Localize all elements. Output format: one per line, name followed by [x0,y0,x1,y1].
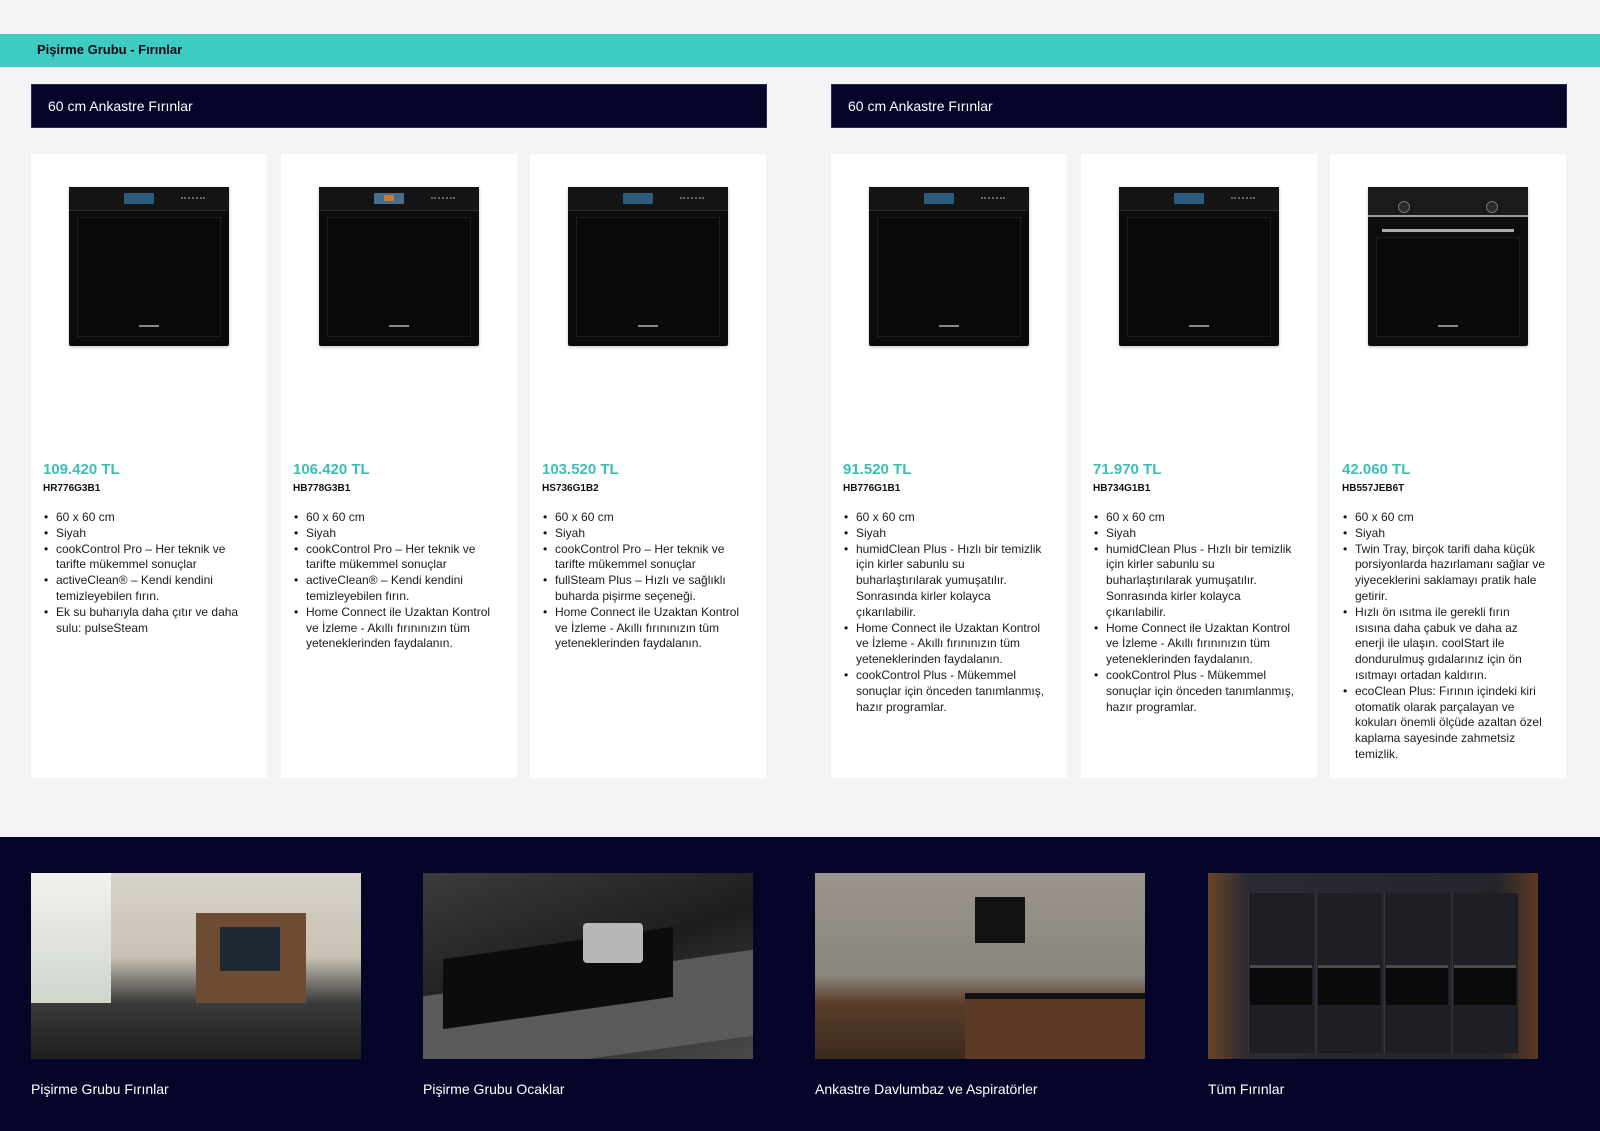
product-card[interactable]: 106.420 TL HB778G3B1 60 x 60 cm Siyah co… [281,154,517,778]
feature-item: cookControl Plus - Mükemmel sonuçlar içi… [844,668,1049,715]
product-price: 71.970 TL [1093,461,1162,478]
feature-item: Siyah [44,526,249,542]
feature-list: 60 x 60 cm Siyah Twin Tray, birçok tarif… [1342,510,1548,763]
feature-item: cookControl Pro – Her teknik ve tarifte … [44,542,249,574]
feature-item: cookControl Plus - Mükemmel sonuçlar içi… [1094,668,1299,715]
feature-list: 60 x 60 cm Siyah cookControl Pro – Her t… [542,510,748,652]
product-price: 91.520 TL [843,461,912,478]
feature-list: 60 x 60 cm Siyah cookControl Pro – Her t… [293,510,499,652]
feature-item: 60 x 60 cm [844,510,1049,526]
feature-item: Siyah [844,526,1049,542]
product-card[interactable]: 42.060 TL HB557JEB6T 60 x 60 cm Siyah Tw… [1330,154,1566,778]
feature-item: 60 x 60 cm [543,510,748,526]
product-price: 42.060 TL [1342,461,1411,478]
product-model: HB778G3B1 [293,483,351,494]
feature-item: humidClean Plus - Hızlı bir temizlik içi… [1094,542,1299,621]
feature-item: humidClean Plus - Hızlı bir temizlik içi… [844,542,1049,621]
oven-image[interactable] [1368,187,1528,346]
footer-tile[interactable]: Pişirme Grubu Fırınlar [31,873,361,1097]
feature-item: 60 x 60 cm [44,510,249,526]
feature-item: Home Connect ile Uzaktan Kontrol ve İzle… [1094,621,1299,668]
product-card[interactable]: 109.420 TL HR776G3B1 60 x 60 cm Siyah co… [31,154,267,778]
product-model: HS736G1B2 [542,483,599,494]
feature-item: cookControl Pro – Her teknik ve tarifte … [294,542,499,574]
footer-links: Pişirme Grubu Fırınlar Pişirme Grubu Oca… [0,837,1600,1131]
oven-image[interactable] [568,187,728,346]
footer-link-label[interactable]: Ankastre Davlumbaz ve Aspiratörler [815,1081,1038,1097]
product-card[interactable]: 91.520 TL HB776G1B1 60 x 60 cm Siyah hum… [831,154,1067,778]
group-title: 60 cm Ankastre Fırınlar [848,98,993,114]
feature-item: Ek su buharıyla daha çıtır ve daha sulu:… [44,605,249,637]
footer-tile[interactable]: Tüm Fırınlar [1208,873,1538,1097]
product-price: 106.420 TL [293,461,370,478]
feature-item: 60 x 60 cm [294,510,499,526]
feature-item: ecoClean Plus: Fırının içindeki kiri oto… [1343,684,1548,763]
feature-item: cookControl Pro – Her teknik ve tarifte … [543,542,748,574]
footer-link-label[interactable]: Pişirme Grubu Ocaklar [423,1081,565,1097]
footer-link-label[interactable]: Pişirme Grubu Fırınlar [31,1081,169,1097]
feature-item: Hızlı ön ısıtma ile gerekli fırın ısısın… [1343,605,1548,684]
feature-item: Twin Tray, birçok tarifi daha küçük pors… [1343,542,1548,605]
product-model: HB557JEB6T [1342,483,1405,494]
feature-item: 60 x 60 cm [1094,510,1299,526]
feature-item: fullSteam Plus – Hızlı ve sağlıklı buhar… [543,573,748,605]
feature-item: activeClean® – Kendi kendini temizleyebi… [294,573,499,605]
footer-tile[interactable]: Pişirme Grubu Ocaklar [423,873,753,1097]
feature-item: activeClean® – Kendi kendini temizleyebi… [44,573,249,605]
ovens-photo[interactable] [1208,873,1538,1059]
product-card[interactable]: 71.970 TL HB734G1B1 60 x 60 cm Siyah hum… [1081,154,1317,778]
kitchen-photo[interactable] [31,873,361,1059]
feature-item: Siyah [1343,526,1548,542]
feature-item: Home Connect ile Uzaktan Kontrol ve İzle… [294,605,499,652]
product-model: HB734G1B1 [1093,483,1151,494]
group-header-1: 60 cm Ankastre Fırınlar [31,84,767,128]
hood-photo[interactable] [815,873,1145,1059]
product-card[interactable]: 103.520 TL HS736G1B2 60 x 60 cm Siyah co… [530,154,766,778]
feature-item: 60 x 60 cm [1343,510,1548,526]
feature-list: 60 x 60 cm Siyah humidClean Plus - Hızlı… [1093,510,1299,715]
category-title: Pişirme Grubu - Fırınlar [37,42,183,57]
oven-image[interactable] [319,187,479,346]
footer-link-label[interactable]: Tüm Fırınlar [1208,1081,1284,1097]
feature-item: Home Connect ile Uzaktan Kontrol ve İzle… [844,621,1049,668]
product-model: HR776G3B1 [43,483,101,494]
footer-tile[interactable]: Ankastre Davlumbaz ve Aspiratörler [815,873,1145,1097]
feature-item: Siyah [1094,526,1299,542]
cooktop-photo[interactable] [423,873,753,1059]
oven-image[interactable] [869,187,1029,346]
feature-item: Siyah [294,526,499,542]
product-price: 103.520 TL [542,461,619,478]
oven-image[interactable] [1119,187,1279,346]
product-model: HB776G1B1 [843,483,901,494]
feature-list: 60 x 60 cm Siyah humidClean Plus - Hızlı… [843,510,1049,715]
category-bar: Pişirme Grubu - Fırınlar [0,34,1600,67]
product-price: 109.420 TL [43,461,120,478]
group-title: 60 cm Ankastre Fırınlar [48,98,193,114]
feature-item: Home Connect ile Uzaktan Kontrol ve İzle… [543,605,748,652]
feature-list: 60 x 60 cm Siyah cookControl Pro – Her t… [43,510,249,636]
oven-image[interactable] [69,187,229,346]
feature-item: Siyah [543,526,748,542]
group-header-2: 60 cm Ankastre Fırınlar [831,84,1567,128]
